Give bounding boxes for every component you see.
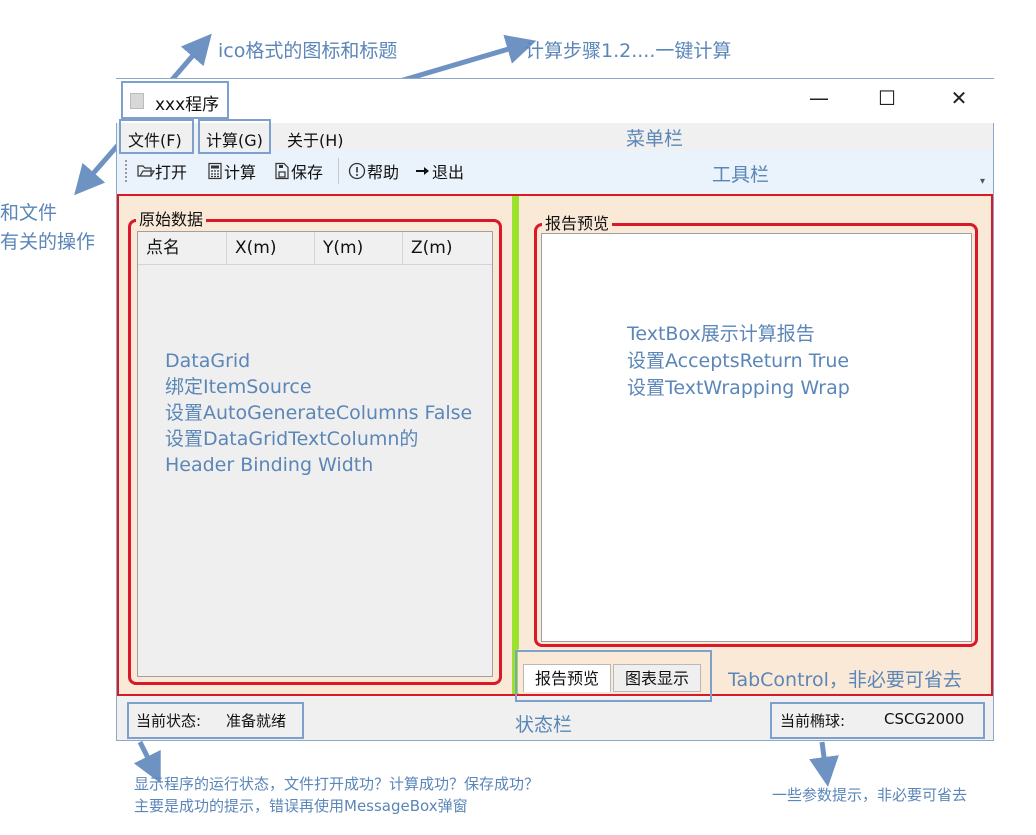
arrow-to-status-hint: [133, 740, 161, 784]
annotation-menubar: 菜单栏: [626, 128, 684, 150]
highlight-ellipsoid: [770, 702, 985, 739]
tool-exit-label: 退出: [432, 163, 465, 182]
toolbar-separator: [338, 158, 339, 184]
annotation-datagrid-line: DataGrid: [165, 350, 251, 372]
title-bar: [116, 79, 994, 123]
tool-exit[interactable]: 退出: [414, 159, 464, 183]
highlight-tabs: [515, 650, 712, 702]
toolbar-overflow-icon[interactable]: ▾: [980, 176, 985, 187]
tool-calc-label: 计算: [224, 163, 257, 182]
tool-calc[interactable]: 计算: [206, 159, 256, 183]
annotation-statusbar: 状态栏: [515, 714, 573, 736]
minimize-button[interactable]: —: [796, 86, 842, 110]
toolbar-grip: [125, 160, 129, 182]
maximize-button[interactable]: ☐: [864, 86, 910, 110]
annotation-datagrid-line: 设置AutoGenerateColumns False: [165, 402, 473, 424]
annotation-datagrid: DataGrid 绑定ItemSource 设置AutoGenerateColu…: [165, 348, 472, 478]
annotation-textbox-line: 设置TextWrapping Wrap: [627, 377, 850, 399]
arrow-to-title: [168, 33, 212, 84]
annotation-calc-steps: 计算步骤1.2....一键计算: [525, 40, 732, 62]
annotation-toolbar: 工具栏: [712, 164, 770, 186]
annotation-datagrid-line: 绑定ItemSource: [165, 376, 312, 398]
arrow-to-file-ops: [74, 143, 120, 196]
grid-splitter[interactable]: [512, 196, 519, 694]
menu-about[interactable]: 关于(H): [287, 127, 344, 151]
calculator-icon: [208, 162, 222, 180]
annotation-tabcontrol: TabControl，非必要可省去: [728, 669, 962, 691]
annotation-status-hint-1: 显示程序的运行状态，文件打开成功？计算成功？保存成功？: [134, 775, 540, 793]
highlight-calc-menu: [198, 119, 271, 154]
highlight-status: [127, 702, 304, 739]
info-icon: [348, 162, 366, 180]
annotation-textbox-line: 设置AcceptsReturn True: [627, 350, 850, 372]
tool-help[interactable]: 帮助: [347, 159, 399, 183]
save-icon: [275, 162, 289, 180]
annotation-datagrid-line: 设置DataGridTextColumn的: [165, 428, 419, 450]
annotation-textbox: TextBox展示计算报告 设置AcceptsReturn True 设置Tex…: [627, 321, 850, 402]
tool-open[interactable]: 打开: [137, 159, 187, 183]
report-preview-group-title: 报告预览: [542, 210, 613, 234]
annotation-file-ops-2: 有关的操作: [0, 231, 96, 253]
raw-data-group-title: 原始数据: [136, 206, 207, 230]
column-header-x[interactable]: X(m): [227, 232, 315, 264]
tool-save[interactable]: 保存: [273, 159, 323, 183]
tool-help-label: 帮助: [367, 163, 400, 182]
column-header-point[interactable]: 点名: [138, 232, 227, 264]
highlight-title: [121, 81, 229, 119]
arrow-to-param-hint: [809, 741, 839, 787]
column-header-z[interactable]: Z(m): [403, 232, 492, 264]
tool-save-label: 保存: [291, 163, 324, 182]
annotation-status-hint-2: 主要是成功的提示，错误再使用MessageBox弹窗: [134, 797, 468, 815]
close-button[interactable]: ✕: [936, 86, 982, 110]
highlight-file-menu: [119, 119, 194, 154]
annotation-datagrid-line: Header Binding Width: [165, 454, 374, 476]
column-header-y[interactable]: Y(m): [315, 232, 403, 264]
annotation-file-ops-1: 和文件: [0, 202, 58, 224]
annotation-param-hint: 一些参数提示，非必要可省去: [772, 786, 968, 804]
report-textbox[interactable]: [541, 233, 972, 642]
annotation-textbox-line: TextBox展示计算报告: [627, 323, 815, 345]
tool-open-label: 打开: [155, 163, 188, 182]
exit-icon: [416, 167, 429, 175]
open-icon: [137, 165, 156, 177]
data-grid-header: 点名 X(m) Y(m) Z(m): [138, 232, 492, 265]
annotation-icon-title: ico格式的图标和标题: [218, 40, 398, 62]
